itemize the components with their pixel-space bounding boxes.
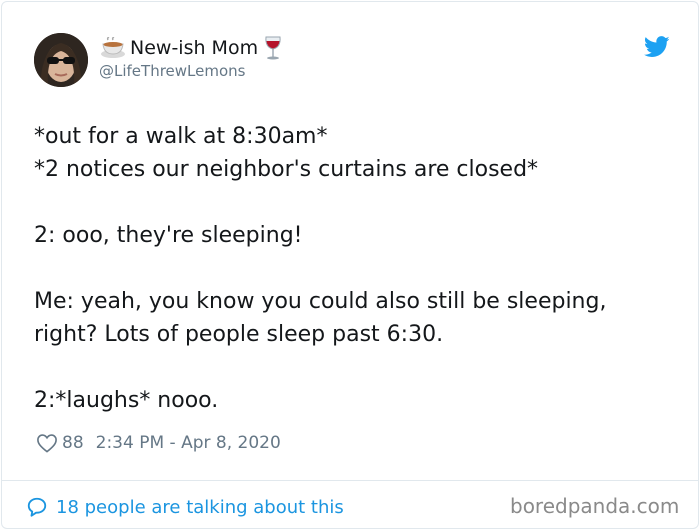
tweet-line bbox=[34, 186, 674, 219]
conversation-link-text: 18 people are talking about this bbox=[56, 496, 344, 518]
tweet-line: 2:*laughs* nooo. bbox=[34, 388, 219, 413]
tweet-card: New-ish Mom @LifeThrewLemons *out for a … bbox=[1, 1, 699, 529]
watermark: boredpanda.com bbox=[510, 494, 680, 518]
heart-icon[interactable] bbox=[36, 433, 58, 453]
tweet-line bbox=[34, 252, 674, 285]
tweet-line: Me: yeah, you know you could also still … bbox=[34, 289, 607, 314]
author-display-name[interactable]: New-ish Mom bbox=[100, 35, 284, 61]
author-handle[interactable]: @LifeThrewLemons bbox=[99, 62, 245, 80]
conversation-link[interactable]: 18 people are talking about this bbox=[26, 494, 344, 520]
coffee-cup-icon bbox=[100, 37, 126, 59]
timestamp[interactable]: 2:34 PM - Apr 8, 2020 bbox=[96, 433, 281, 453]
like-count[interactable]: 88 bbox=[62, 433, 84, 453]
divider bbox=[2, 480, 698, 481]
twitter-bird-icon[interactable] bbox=[643, 36, 670, 58]
tweet-meta: 88 2:34 PM - Apr 8, 2020 bbox=[36, 430, 281, 456]
tweet-line bbox=[34, 351, 674, 384]
tweet-body: *out for a walk at 8:30am* *2 notices ou… bbox=[34, 120, 674, 417]
tweet-line: right? Lots of people sleep past 6:30. bbox=[34, 322, 444, 347]
tweet-line: *out for a walk at 8:30am* bbox=[34, 124, 328, 149]
avatar[interactable] bbox=[34, 33, 88, 87]
tweet-line: 2: ooo, they're sleeping! bbox=[34, 223, 303, 248]
tweet-line: *2 notices our neighbor's curtains are c… bbox=[34, 157, 539, 182]
wine-glass-icon bbox=[262, 36, 284, 60]
display-name-text: New-ish Mom bbox=[130, 37, 259, 59]
speech-bubble-icon bbox=[27, 497, 47, 517]
